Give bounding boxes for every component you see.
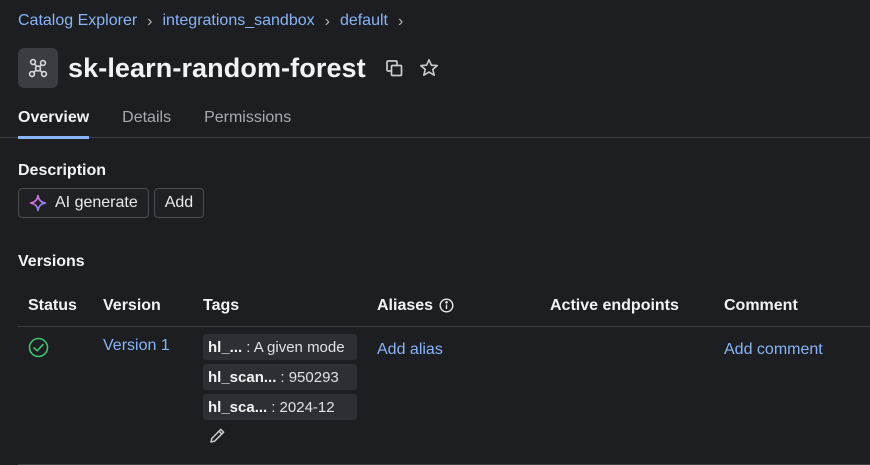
add-comment-link[interactable]: Add comment	[724, 341, 823, 358]
status-cell	[18, 327, 93, 464]
versions-heading: Versions	[18, 253, 85, 270]
tag-key: hl_scan...	[208, 368, 277, 386]
ai-generate-button[interactable]: AI generate	[18, 188, 149, 218]
tab-bar: Overview Details Permissions	[0, 106, 870, 139]
copy-icon[interactable]	[384, 57, 406, 79]
ai-generate-label: AI generate	[55, 194, 138, 211]
active-endpoints-cell	[540, 327, 714, 464]
breadcrumb-catalog[interactable]: integrations_sandbox	[163, 12, 315, 30]
tags-cell: hl_... : A given mode hl_scan... : 95029…	[193, 327, 367, 464]
check-circle-icon	[28, 337, 49, 362]
column-header-tags: Tags	[203, 296, 240, 314]
tag-key: hl_...	[208, 338, 243, 356]
column-header-status: Status	[28, 296, 77, 314]
title-row: sk-learn-random-forest	[18, 48, 440, 88]
column-header-aliases-label: Aliases	[377, 296, 434, 314]
tag-chip[interactable]: hl_sca... : 2024-12	[203, 394, 357, 420]
star-icon[interactable]	[418, 57, 440, 79]
tag-value: : 950293	[280, 368, 339, 386]
tag-chip[interactable]: hl_... : A given mode	[203, 334, 357, 360]
tag-chip[interactable]: hl_scan... : 950293	[203, 364, 357, 390]
page-title: sk-learn-random-forest	[68, 52, 366, 83]
tag-value: : A given mode	[246, 338, 345, 356]
breadcrumb: Catalog Explorer › integrations_sandbox …	[18, 12, 413, 30]
table-header: Status Version Tags Aliases Active endpo…	[18, 285, 870, 327]
chevron-right-icon: ›	[324, 13, 330, 30]
info-icon[interactable]	[439, 298, 454, 313]
column-header-aliases: Aliases	[367, 297, 540, 315]
comment-cell: Add comment	[714, 327, 870, 464]
aliases-cell: Add alias	[367, 327, 540, 464]
tag-value: : 2024-12	[271, 398, 335, 416]
pencil-icon[interactable]	[208, 426, 367, 445]
version-link[interactable]: Version 1	[103, 337, 170, 354]
tab-overview[interactable]: Overview	[18, 106, 90, 139]
column-header-active-endpoints: Active endpoints	[550, 296, 679, 314]
tag-key: hl_sca...	[208, 398, 268, 416]
table-row: Version 1 hl_... : A given mode hl_scan.…	[18, 327, 870, 465]
column-header-comment: Comment	[724, 296, 798, 314]
breadcrumb-catalog-explorer[interactable]: Catalog Explorer	[18, 12, 137, 30]
description-actions: AI generate Add	[18, 188, 205, 218]
catalog-explorer-model-page: Catalog Explorer › integrations_sandbox …	[0, 0, 870, 465]
description-heading: Description	[18, 162, 107, 179]
add-description-button[interactable]: Add	[153, 188, 205, 218]
breadcrumb-schema[interactable]: default	[340, 12, 388, 30]
tab-permissions[interactable]: Permissions	[204, 106, 291, 138]
add-alias-link[interactable]: Add alias	[377, 341, 443, 358]
chevron-right-icon: ›	[397, 13, 404, 30]
model-graph-icon	[18, 48, 58, 88]
version-cell: Version 1	[93, 327, 193, 464]
chevron-right-icon: ›	[147, 13, 153, 30]
sparkle-icon	[29, 194, 47, 212]
tab-details[interactable]: Details	[122, 106, 171, 138]
versions-table: Status Version Tags Aliases Active endpo…	[18, 285, 870, 465]
column-header-version: Version	[103, 296, 161, 314]
